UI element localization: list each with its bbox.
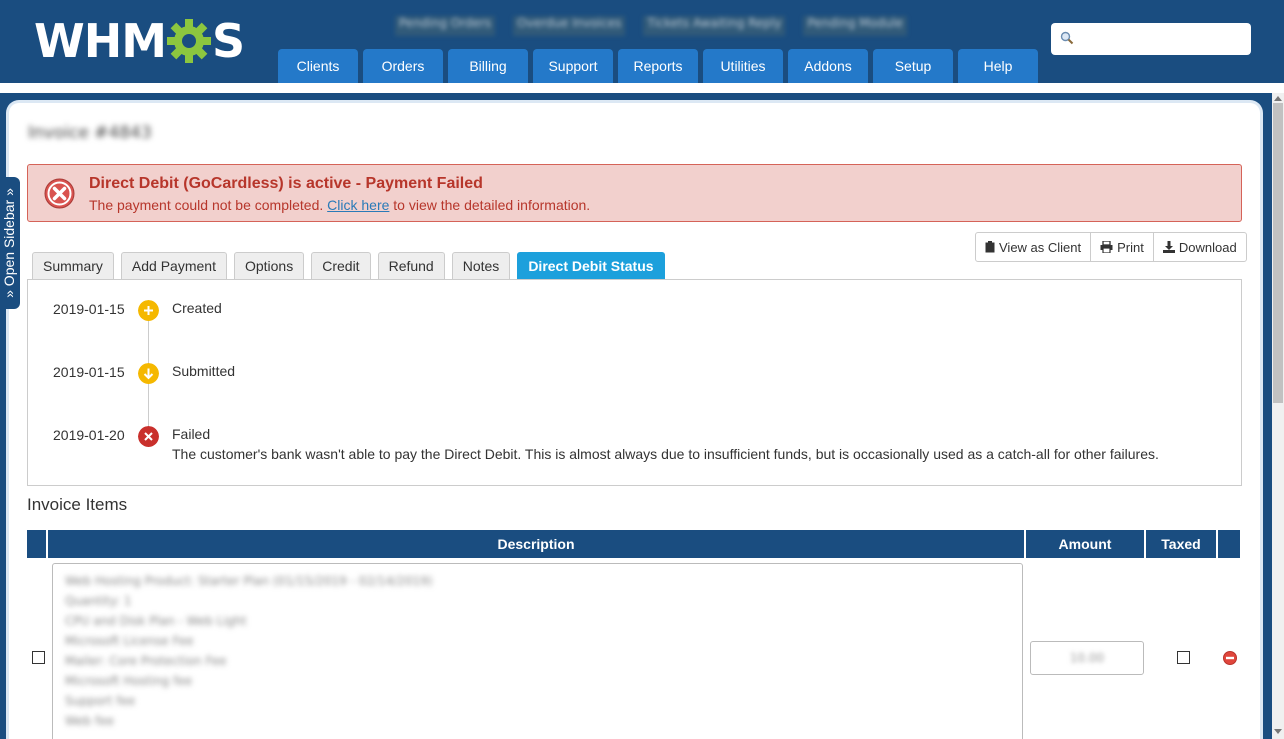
- alert-detail-link[interactable]: Click here: [327, 197, 389, 213]
- taxed-column-header: Taxed: [1146, 530, 1216, 558]
- nav-tab-orders[interactable]: Orders: [363, 49, 443, 83]
- nav-tab-help[interactable]: Help: [958, 49, 1038, 83]
- timeline-date: 2019-01-20: [53, 427, 125, 443]
- description-line: Web Hosting Product: Starter Plan (01/15…: [65, 574, 433, 588]
- nav-tab-reports[interactable]: Reports: [618, 49, 698, 83]
- timeline-description: The customer's bank wasn't able to pay t…: [172, 446, 1159, 462]
- search-icon: [1060, 31, 1074, 45]
- clipboard-icon: [985, 241, 995, 253]
- direct-debit-status-panel: 2019-01-15 Created 2019-01-15 Submitted …: [27, 279, 1242, 486]
- timeline-label: Failed: [172, 426, 211, 442]
- app-header: WHM S Pending Orders Overdue Invoices Ti…: [0, 0, 1284, 83]
- header-divider: [0, 83, 1284, 93]
- download-label: Download: [1178, 239, 1237, 255]
- timeline-date: 2019-01-15: [53, 364, 125, 380]
- open-sidebar-label: » Open Sidebar »: [1, 188, 17, 298]
- select-column-header: [27, 530, 46, 558]
- alert-message-after: to view the detailed information.: [393, 197, 591, 213]
- logo-text-left: WHM: [34, 14, 167, 68]
- download-icon: [1162, 241, 1175, 253]
- timeline-date: 2019-01-15: [53, 301, 125, 317]
- close-icon: [138, 426, 159, 447]
- page-title: Invoice #4843: [28, 123, 152, 143]
- nav-tab-support[interactable]: Support: [533, 49, 613, 83]
- description-line: CPU and Disk Plan - Web Light: [65, 614, 247, 628]
- logo-text-right: S: [212, 14, 245, 68]
- description-line: Quantity: 1: [65, 594, 132, 608]
- alert-message-before: The payment could not be completed.: [89, 197, 324, 213]
- invoice-items-title: Invoice Items: [27, 495, 128, 514]
- tab-direct-debit-status[interactable]: Direct Debit Status: [517, 252, 665, 279]
- amount-column-header: Amount: [1026, 530, 1144, 558]
- item-amount-value: 10.00: [1069, 651, 1105, 665]
- scrollbar-thumb[interactable]: [1273, 103, 1283, 403]
- invoice-items-header: Description Amount Taxed: [27, 530, 1240, 558]
- row-select-checkbox[interactable]: [32, 651, 45, 664]
- top-info-bar: Pending Orders Overdue Invoices Tickets …: [395, 16, 907, 36]
- error-icon: [44, 178, 75, 209]
- description-line: Microsoft License Fee: [65, 634, 194, 648]
- view-as-client-button[interactable]: View as Client: [976, 233, 1092, 261]
- delete-icon[interactable]: [1223, 651, 1237, 665]
- print-icon: [1100, 241, 1113, 253]
- top-info-item[interactable]: Overdue Invoices: [513, 16, 626, 36]
- description-column-header: Description: [48, 530, 1024, 558]
- nav-tab-addons[interactable]: Addons: [788, 49, 868, 83]
- nav-tab-setup[interactable]: Setup: [873, 49, 953, 83]
- timeline-label: Created: [172, 300, 222, 316]
- gear-icon: [167, 19, 212, 63]
- tab-credit[interactable]: Credit: [311, 252, 371, 279]
- search-input[interactable]: [1051, 23, 1251, 55]
- page-scrollbar[interactable]: [1272, 93, 1284, 739]
- view-as-client-label: View as Client: [999, 239, 1082, 255]
- description-line: Microsoft Hosting fee: [65, 674, 193, 688]
- alert-title: Direct Debit (GoCardless) is active - Pa…: [89, 175, 483, 192]
- nav-tab-billing[interactable]: Billing: [448, 49, 528, 83]
- tab-notes[interactable]: Notes: [451, 252, 511, 279]
- alert-message: The payment could not be completed. Clic…: [89, 197, 590, 213]
- main-nav: Clients Orders Billing Support Reports U…: [278, 49, 1038, 83]
- top-info-item[interactable]: Pending Orders: [395, 16, 496, 36]
- taxed-checkbox[interactable]: [1177, 651, 1190, 664]
- arrow-down-icon: [138, 363, 159, 384]
- tab-options[interactable]: Options: [233, 252, 305, 279]
- top-info-item[interactable]: Pending Module: [803, 16, 907, 36]
- description-line: Support fee: [65, 694, 136, 708]
- tab-add-payment[interactable]: Add Payment: [120, 252, 227, 279]
- scroll-down-icon[interactable]: [1274, 729, 1282, 734]
- print-button[interactable]: Print: [1091, 233, 1154, 261]
- top-info-item[interactable]: Tickets Awaiting Reply: [643, 16, 786, 36]
- print-label: Print: [1117, 239, 1144, 255]
- item-amount-field[interactable]: 10.00: [1030, 641, 1144, 675]
- plus-icon: [138, 300, 159, 321]
- download-button[interactable]: Download: [1154, 233, 1246, 261]
- open-sidebar-button[interactable]: » Open Sidebar »: [0, 177, 20, 309]
- timeline-label: Submitted: [172, 363, 236, 379]
- nav-tab-clients[interactable]: Clients: [278, 49, 358, 83]
- description-line: Mailer: Core Protection Fee: [65, 654, 227, 668]
- scroll-up-icon[interactable]: [1274, 96, 1282, 101]
- whmcs-logo[interactable]: WHM S: [34, 14, 245, 68]
- actions-column-header: [1218, 530, 1240, 558]
- tab-refund[interactable]: Refund: [377, 252, 445, 279]
- nav-tab-utilities[interactable]: Utilities: [703, 49, 783, 83]
- invoice-tabs: Summary Add Payment Options Credit Refun…: [32, 252, 665, 279]
- tab-summary[interactable]: Summary: [32, 252, 114, 279]
- description-line: Web fee: [65, 714, 114, 728]
- payment-failed-alert: Direct Debit (GoCardless) is active - Pa…: [27, 164, 1242, 222]
- invoice-actions: View as Client Print Download: [975, 232, 1247, 262]
- item-description-field[interactable]: Web Hosting Product: Starter Plan (01/15…: [52, 563, 1023, 739]
